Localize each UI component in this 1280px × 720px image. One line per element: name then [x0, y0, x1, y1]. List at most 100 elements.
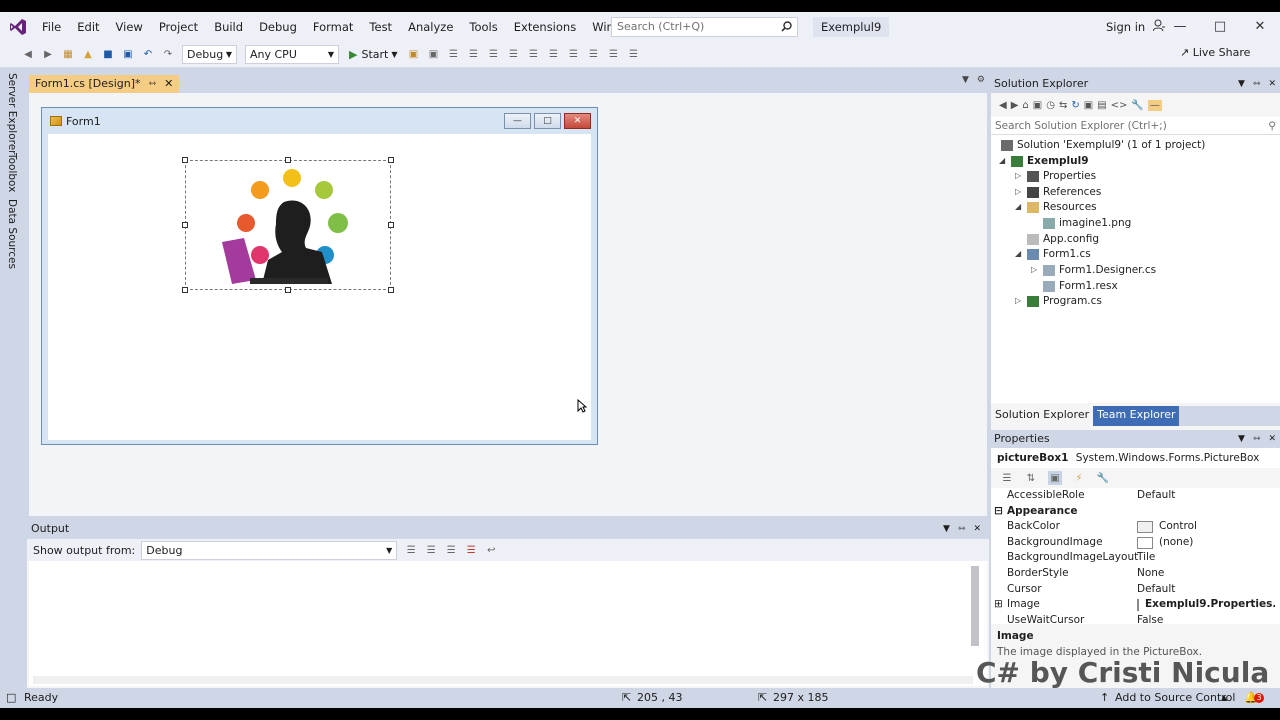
property-row[interactable]: Cursor Default — [991, 582, 1277, 598]
resize-handle[interactable] — [182, 222, 188, 228]
menu-format[interactable]: Format — [305, 12, 362, 42]
sign-in-button[interactable]: Sign in — [1106, 12, 1165, 42]
collapse-all-icon[interactable]: ▣ — [1084, 100, 1093, 111]
collapsed-arrow-icon[interactable]: ▷ — [1015, 293, 1027, 309]
output-text-area[interactable] — [29, 561, 987, 686]
pin-icon[interactable]: ⇿ — [1253, 430, 1261, 448]
align-right-icon[interactable]: ☰ — [487, 48, 501, 62]
open-file-icon[interactable]: ▲ — [81, 48, 95, 62]
horizontal-scrollbar[interactable] — [33, 676, 973, 684]
form-client-area[interactable] — [48, 134, 591, 440]
tree-node-form1-designer[interactable]: ▷ Form1.Designer.cs — [1031, 262, 1156, 278]
alphabetical-icon[interactable]: ⇅ — [1024, 471, 1038, 485]
add-to-source-control-button[interactable]: Add to Source Control — [1115, 688, 1235, 708]
next-message-icon[interactable]: ☰ — [444, 543, 458, 557]
expanded-arrow-icon[interactable]: ◢ — [999, 153, 1011, 169]
resize-handle[interactable] — [388, 222, 394, 228]
save-icon[interactable]: ■ — [101, 48, 115, 62]
align-left-icon[interactable]: ☰ — [447, 48, 461, 62]
align-center-icon[interactable]: ☰ — [467, 48, 481, 62]
menu-view[interactable]: View — [108, 12, 151, 42]
spacing-icon[interactable]: ☰ — [587, 48, 601, 62]
tab-team-explorer[interactable]: Team Explorer — [1093, 406, 1180, 426]
tab-form1-design[interactable]: Form1.cs [Design]* ⇿ ✕ — [29, 75, 180, 93]
expand-icon[interactable]: ⊞ — [994, 597, 1003, 613]
undo-icon[interactable]: ↶ — [141, 48, 155, 62]
property-category[interactable]: ⊟ Appearance — [991, 504, 1277, 520]
configuration-combo[interactable]: Debug ▼ — [182, 45, 237, 64]
close-icon[interactable]: ✕ — [1240, 12, 1280, 42]
align-top-icon[interactable]: ☰ — [507, 48, 521, 62]
prev-message-icon[interactable]: ☰ — [424, 543, 438, 557]
resize-handle[interactable] — [388, 287, 394, 293]
layout-icon[interactable]: ▣ — [427, 48, 441, 62]
collapsed-arrow-icon[interactable]: ▷ — [1031, 262, 1043, 278]
property-row[interactable]: BackColor Control — [991, 519, 1277, 535]
gear-icon[interactable]: ⚙ — [977, 75, 985, 85]
tree-node-references[interactable]: ▷ References — [1015, 184, 1101, 200]
property-pages-icon[interactable]: 🔧 — [1096, 471, 1110, 485]
solution-search-input[interactable]: Search Solution Explorer (Ctrl+;) ⚲ — [991, 117, 1280, 135]
switch-views-icon[interactable]: ▣ — [1033, 100, 1042, 111]
property-row[interactable]: ⊞ Image Exemplul9.Properties.Re — [991, 597, 1277, 613]
preview-icon[interactable]: — — [1147, 99, 1162, 111]
maximize-icon[interactable]: □ — [534, 113, 561, 129]
menu-tools[interactable]: Tools — [461, 12, 505, 42]
property-row[interactable]: BackgroundImage (none) — [991, 535, 1277, 551]
chevron-down-icon[interactable]: ▼ — [962, 75, 969, 85]
find-message-icon[interactable]: ☰ — [404, 543, 418, 557]
minimize-icon[interactable]: — — [504, 113, 531, 129]
property-row[interactable]: AccessibleRole Default — [991, 488, 1277, 504]
categorized-icon[interactable]: ☰ — [1000, 471, 1014, 485]
show-all-files-icon[interactable]: ▤ — [1097, 100, 1106, 111]
word-wrap-icon[interactable]: ↩ — [484, 543, 498, 557]
back-icon[interactable]: ◀ — [999, 100, 1007, 111]
tab-toolbox[interactable]: Toolbox — [6, 153, 18, 192]
tree-node-form1[interactable]: ◢ Form1.cs — [1015, 246, 1091, 262]
form-window[interactable]: Form1 — □ ✕ — [41, 107, 598, 445]
resize-handle[interactable] — [285, 157, 291, 163]
clear-all-icon[interactable]: ☰ — [464, 543, 478, 557]
resize-handle[interactable] — [182, 287, 188, 293]
maximize-icon[interactable]: □ — [1200, 12, 1240, 42]
sync-icon[interactable]: ⇆ — [1059, 100, 1067, 111]
live-share-button[interactable]: ↗ Live Share — [1180, 46, 1250, 59]
smart-tag-handle[interactable] — [388, 157, 394, 163]
chevron-down-icon[interactable]: ▼ — [943, 519, 950, 539]
property-value[interactable]: Tile — [1137, 550, 1275, 566]
menu-file[interactable]: File — [34, 12, 69, 42]
spacing-icon[interactable]: ☰ — [627, 48, 641, 62]
vertical-scrollbar[interactable] — [971, 566, 979, 646]
close-icon[interactable]: ✕ — [1268, 75, 1276, 93]
tree-node-program[interactable]: ▷ Program.cs — [1015, 293, 1102, 309]
collapsed-arrow-icon[interactable]: ▷ — [1015, 184, 1027, 200]
property-value-cell[interactable]: (none) — [1137, 535, 1275, 551]
size-icon[interactable]: ☰ — [567, 48, 581, 62]
back-icon[interactable]: ◀ — [21, 48, 35, 62]
menu-edit[interactable]: Edit — [69, 12, 107, 42]
browser-link-icon[interactable]: ▣ — [407, 48, 421, 62]
resize-handle[interactable] — [182, 157, 188, 163]
minimize-icon[interactable]: — — [1160, 12, 1200, 42]
refresh-icon[interactable]: ↻ — [1071, 100, 1079, 111]
designer-surface[interactable]: Form1 — □ ✕ — [29, 93, 987, 516]
close-icon[interactable]: ✕ — [164, 75, 173, 93]
pin-icon[interactable]: ⇿ — [149, 75, 157, 93]
align-middle-icon[interactable]: ☰ — [527, 48, 541, 62]
menu-test[interactable]: Test — [361, 12, 400, 42]
spacing-icon[interactable]: ☰ — [607, 48, 621, 62]
chevron-down-icon[interactable]: ▼ — [1238, 75, 1245, 93]
forward-icon[interactable]: ▶ — [41, 48, 55, 62]
property-value[interactable]: Default — [1137, 582, 1275, 598]
tab-solution-explorer[interactable]: Solution Explorer — [991, 406, 1094, 426]
tree-node-project[interactable]: ◢ Exemplul9 — [999, 153, 1089, 169]
properties-object-selector[interactable]: pictureBox1 System.Windows.Forms.Picture… — [991, 448, 1280, 468]
align-bottom-icon[interactable]: ☰ — [547, 48, 561, 62]
tree-node-image-file[interactable]: imagine1.png — [1043, 215, 1131, 231]
property-value[interactable]: None — [1137, 566, 1275, 582]
new-item-icon[interactable]: ▦ — [61, 48, 75, 62]
picture-box[interactable] — [182, 157, 394, 293]
menu-project[interactable]: Project — [151, 12, 206, 42]
start-button[interactable]: ▶ Start ▼ — [349, 48, 398, 61]
menu-debug[interactable]: Debug — [251, 12, 305, 42]
